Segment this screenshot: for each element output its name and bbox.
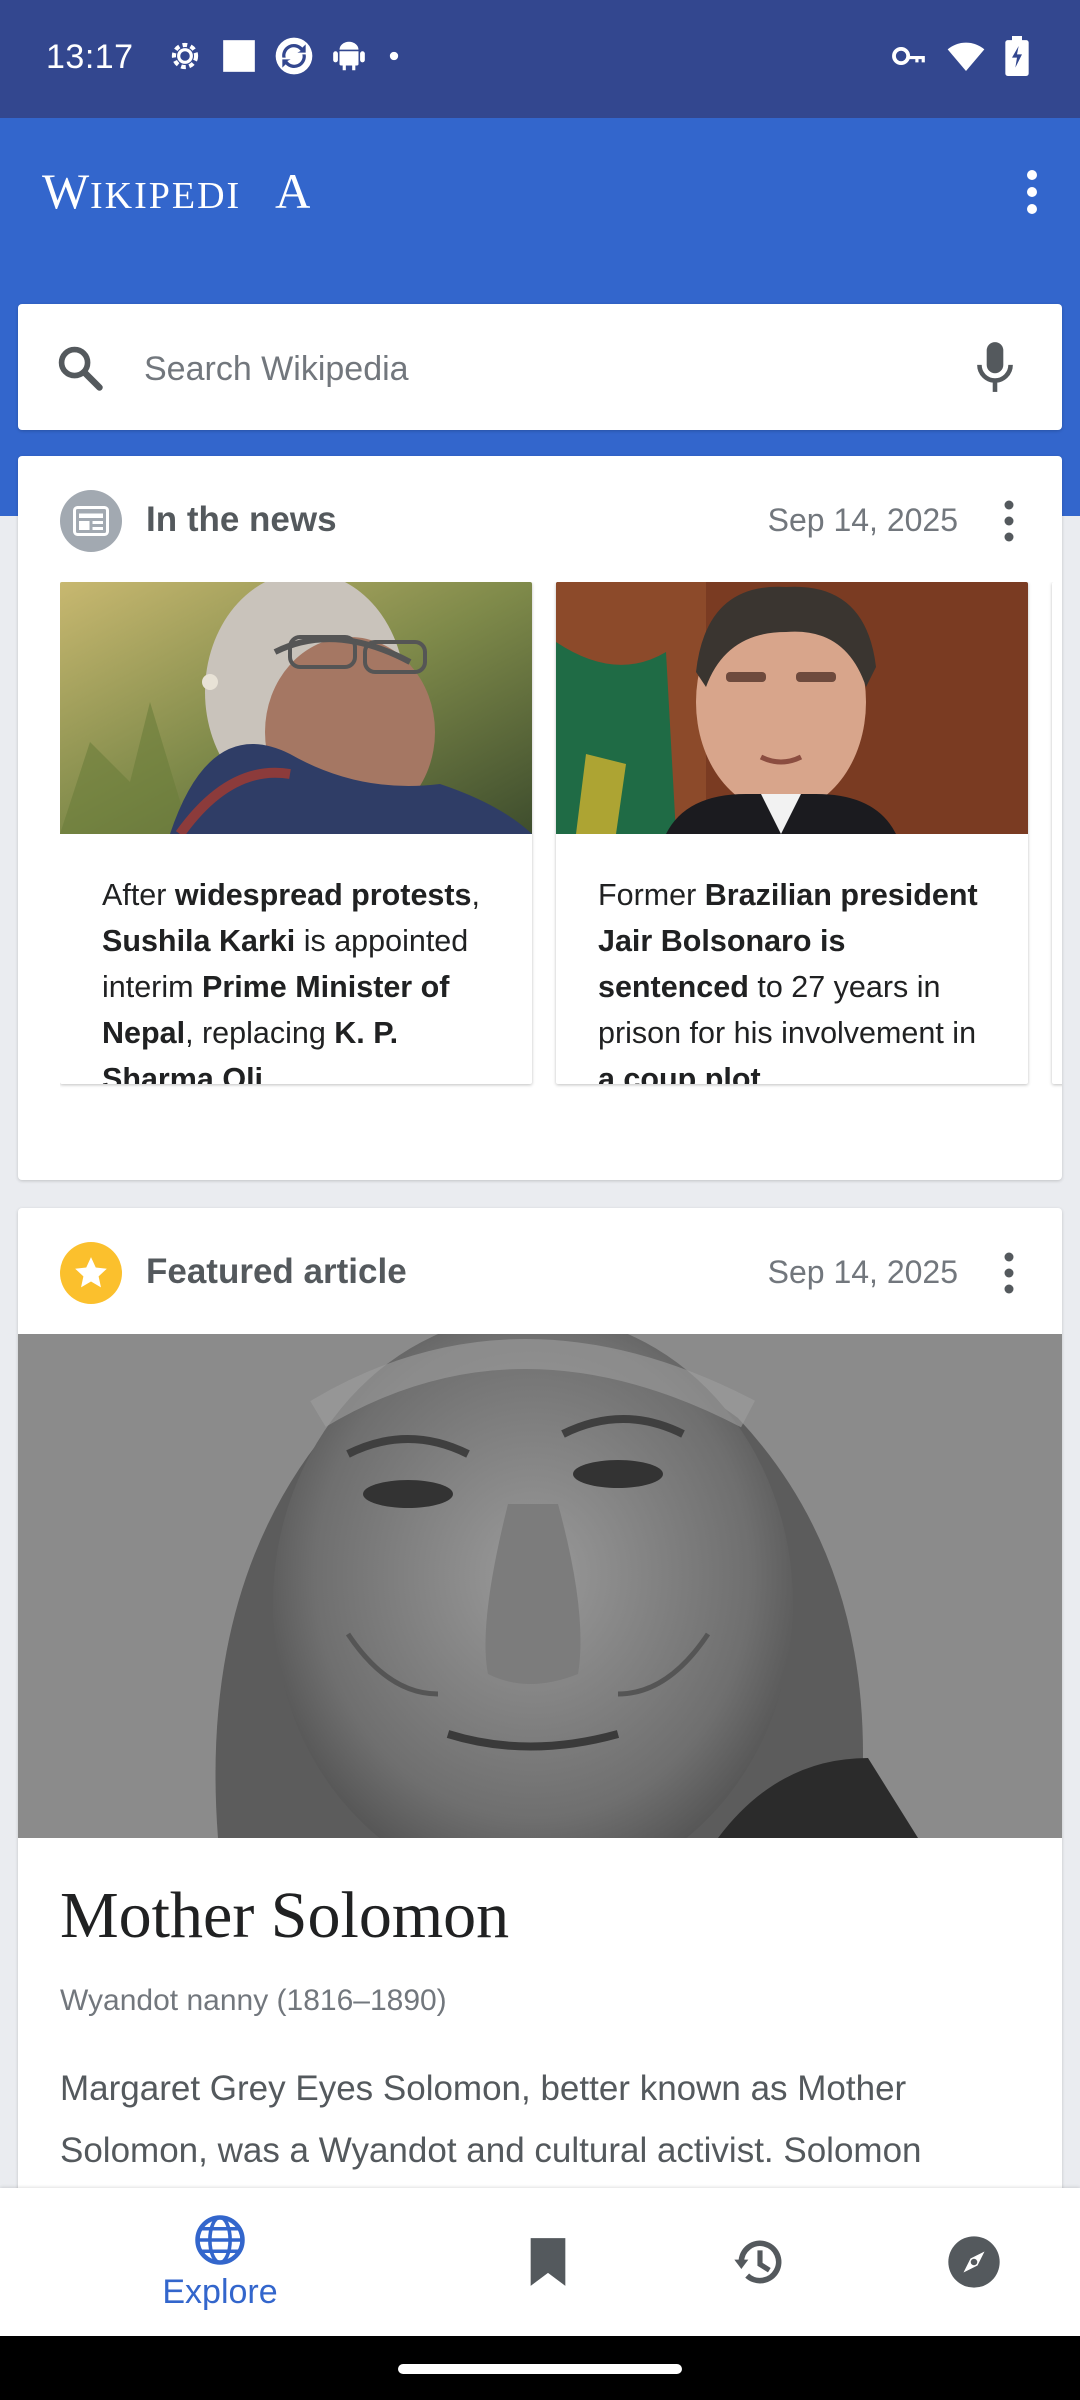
globe-icon <box>195 2214 245 2265</box>
news-link-text[interactable]: a coup plot <box>598 1062 761 1084</box>
featured-article-image[interactable] <box>18 1314 1062 1894</box>
card-date: Sep 14, 2025 <box>767 502 958 538</box>
card-title: Featured article <box>146 1252 407 1291</box>
news-plain-text: After <box>102 878 175 912</box>
more-vert-icon <box>1004 1252 1014 1294</box>
status-bar: 13:17 <box>0 0 1080 118</box>
more-vert-icon <box>1004 500 1014 542</box>
wikipedia-wordmark: W IKIPEDI A <box>42 163 311 219</box>
news-image <box>60 582 532 837</box>
star-icon <box>60 1242 122 1304</box>
news-plain-text: , replacing <box>185 1016 335 1050</box>
nav-explore-label: Explore <box>162 2272 278 2311</box>
home-gesture-handle[interactable] <box>398 2364 682 2374</box>
news-icon <box>60 490 122 552</box>
status-notification-icons <box>166 36 404 81</box>
featured-article-extract: Margaret Grey Eyes Solomon, better known… <box>60 2069 922 2170</box>
history-icon <box>734 2240 782 2284</box>
news-plain-text: , <box>471 878 480 912</box>
sync-icon <box>274 36 314 81</box>
news-image <box>556 582 1028 834</box>
compass-icon <box>948 2236 1000 2288</box>
nav-explore[interactable]: Explore <box>130 2188 310 2336</box>
in-the-news-card: In the news Sep 14, 2025 After widesprea… <box>18 456 1062 1180</box>
dot-icon <box>384 46 404 71</box>
battery-charging-icon <box>1004 36 1030 81</box>
news-item[interactable]: Former Brazilian president Jair Bolsonar… <box>556 582 1028 1084</box>
featured-article-title[interactable]: Mother Solomon <box>60 1878 509 1954</box>
more-vert-icon <box>1027 170 1037 214</box>
news-item[interactable]: After widespread protests, Sushila Karki… <box>60 582 532 1084</box>
android-icon <box>330 37 368 80</box>
card-header: Featured article Sep 14, 2025 <box>18 1208 1062 1334</box>
settings-icon <box>166 37 204 80</box>
svg-text:A: A <box>275 166 310 216</box>
square-icon <box>220 37 258 80</box>
card-header: In the news Sep 14, 2025 <box>18 456 1062 582</box>
search-icon <box>54 342 106 399</box>
search-bar[interactable]: Search Wikipedia <box>18 304 1062 430</box>
featured-article-description: Wyandot nanny (1816–1890) <box>60 1984 447 2017</box>
news-plain-text: . <box>263 1062 272 1084</box>
svg-text:IKIPEDI: IKIPEDI <box>90 175 241 216</box>
nav-saved[interactable] <box>508 2188 588 2336</box>
bookmark-icon <box>530 2238 566 2286</box>
wikipedia-logo: W IKIPEDI A <box>42 163 311 228</box>
card-date: Sep 14, 2025 <box>767 1254 958 1290</box>
news-text: After widespread protests, Sushila Karki… <box>102 872 502 1084</box>
news-carousel[interactable]: After widespread protests, Sushila Karki… <box>60 582 1062 1090</box>
mic-icon[interactable] <box>970 340 1020 399</box>
overflow-menu-button[interactable] <box>1000 156 1064 228</box>
status-system-icons <box>890 36 1030 81</box>
nav-nearby[interactable] <box>934 2188 1014 2336</box>
bottom-navigation: Explore <box>0 2188 1080 2336</box>
svg-text:W: W <box>42 166 90 216</box>
news-plain-text: Former <box>598 878 705 912</box>
app-bar: W IKIPEDI A <box>0 118 1080 264</box>
news-link-text[interactable]: widespread protests <box>175 878 472 912</box>
nav-history[interactable] <box>720 2188 800 2336</box>
search-input[interactable]: Search Wikipedia <box>144 350 409 389</box>
news-item[interactable] <box>1052 582 1062 1084</box>
vpn-key-icon <box>890 37 928 80</box>
card-menu-button[interactable] <box>978 1238 1040 1308</box>
status-time: 13:17 <box>46 38 134 76</box>
news-text: Former Brazilian president Jair Bolsonar… <box>598 872 998 1084</box>
system-navigation-bar <box>0 2336 1080 2400</box>
news-plain-text: . <box>760 1062 770 1084</box>
wifi-icon <box>946 36 986 81</box>
card-title: In the news <box>146 500 337 539</box>
card-menu-button[interactable] <box>978 486 1040 556</box>
news-link-text[interactable]: Sushila Karki <box>102 924 295 958</box>
